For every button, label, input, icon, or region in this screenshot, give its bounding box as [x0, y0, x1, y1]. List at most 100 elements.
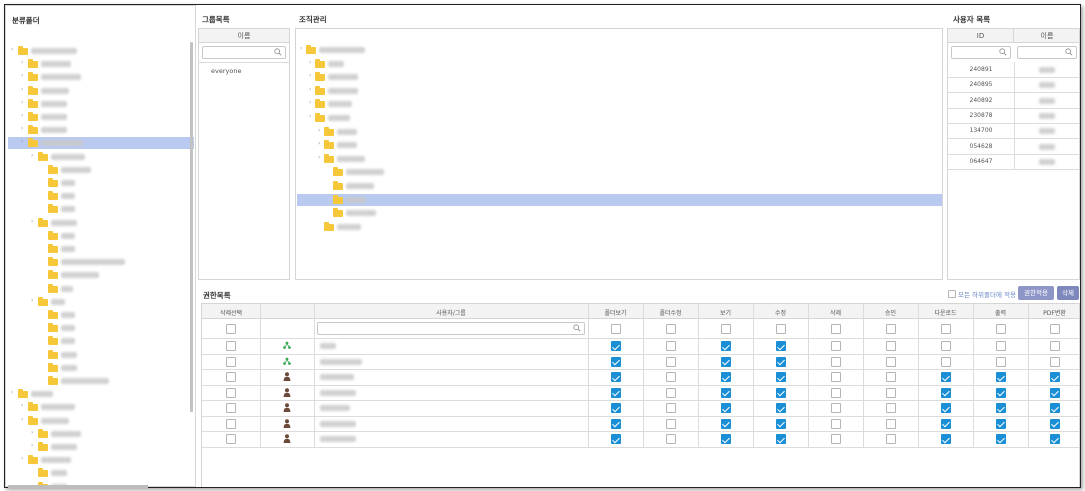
expand-arrow-icon[interactable]: › [21, 113, 25, 119]
expand-arrow-icon[interactable]: › [21, 139, 25, 145]
delete-select-checkbox[interactable] [226, 372, 236, 382]
permission-checkbox[interactable] [720, 356, 731, 367]
category-scrollbar[interactable] [190, 42, 193, 412]
tree-item-label[interactable] [31, 48, 77, 54]
permission-checkbox[interactable] [1049, 341, 1060, 351]
expand-arrow-icon[interactable]: › [309, 86, 313, 93]
tree-item-label[interactable] [346, 183, 374, 189]
permission-checkbox[interactable] [885, 418, 896, 429]
tree-item-label[interactable] [51, 219, 77, 226]
permission-checkbox[interactable] [940, 434, 951, 444]
permission-checkbox[interactable] [720, 434, 731, 444]
permission-checkbox[interactable] [610, 434, 621, 444]
delete-select-checkbox[interactable] [226, 356, 236, 367]
permission-checkbox[interactable] [830, 356, 841, 367]
permission-checkbox[interactable] [1049, 387, 1060, 398]
permission-checkbox[interactable] [940, 387, 951, 398]
tree-item-label[interactable] [61, 378, 109, 384]
expand-arrow-icon[interactable]: › [318, 141, 322, 147]
expand-arrow-icon[interactable]: › [21, 86, 25, 93]
tree-item-label[interactable] [61, 285, 73, 292]
permission-checkbox[interactable] [775, 341, 786, 351]
user-row[interactable]: 054628 [948, 138, 1079, 155]
expand-arrow-icon[interactable]: › [21, 60, 25, 66]
permission-checkbox[interactable] [830, 434, 841, 444]
permission-checkbox[interactable] [665, 434, 676, 444]
permission-checkbox[interactable] [1049, 418, 1060, 429]
user-row[interactable]: 230878 [948, 107, 1079, 124]
column-select-all-checkbox[interactable] [885, 324, 896, 334]
permission-checkbox[interactable] [830, 341, 841, 351]
expand-arrow-icon[interactable]: › [318, 127, 322, 134]
tree-item-label[interactable] [41, 100, 67, 107]
column-select-all-checkbox[interactable] [940, 324, 951, 334]
permission-checkbox[interactable] [1049, 372, 1060, 382]
permission-checkbox[interactable] [885, 387, 896, 398]
permission-checkbox[interactable] [1049, 356, 1060, 367]
tree-item-label[interactable] [51, 444, 77, 450]
permission-checkbox[interactable] [665, 356, 676, 367]
permission-checkbox[interactable] [775, 434, 786, 444]
tree-item-label[interactable] [337, 223, 361, 230]
tree-item-label[interactable] [337, 128, 357, 135]
tree-item-label[interactable] [41, 87, 69, 94]
tree-item-label[interactable] [61, 259, 125, 266]
expand-arrow-icon[interactable]: › [309, 114, 313, 120]
expand-arrow-icon[interactable]: › [21, 73, 25, 79]
tree-item-label[interactable] [328, 60, 344, 67]
expand-arrow-icon[interactable]: › [21, 456, 25, 462]
user-row[interactable]: 240891 [948, 62, 1079, 78]
tree-item-label[interactable] [319, 47, 365, 53]
permission-checkbox[interactable] [610, 403, 621, 413]
expand-arrow-icon[interactable]: › [318, 154, 322, 161]
tree-item-label[interactable] [61, 272, 99, 279]
expand-arrow-icon[interactable]: › [11, 390, 15, 396]
expand-arrow-icon[interactable]: › [21, 99, 25, 106]
expand-arrow-icon[interactable]: › [21, 416, 25, 423]
tree-item-label[interactable] [51, 153, 85, 160]
expand-arrow-icon[interactable]: › [309, 59, 313, 66]
permission-checkbox[interactable] [885, 403, 896, 413]
tree-item-label[interactable] [346, 210, 376, 217]
permission-checkbox[interactable] [720, 403, 731, 413]
select-all-checkbox[interactable] [226, 324, 236, 334]
user-row[interactable]: 064647 [948, 153, 1079, 170]
tree-item-label[interactable] [41, 457, 71, 464]
tree-item-label[interactable] [41, 404, 75, 411]
tree-item-label[interactable] [61, 193, 75, 200]
tree-item-label[interactable] [61, 351, 77, 358]
group-search-input[interactable] [202, 46, 286, 59]
tree-item-label[interactable] [337, 155, 365, 162]
column-select-all-checkbox[interactable] [1049, 324, 1060, 334]
user-row[interactable]: 240895 [948, 77, 1079, 94]
tree-item-label[interactable] [41, 127, 67, 134]
permission-checkbox[interactable] [940, 418, 951, 429]
tree-item-label[interactable] [31, 391, 53, 398]
expand-arrow-icon[interactable]: › [31, 429, 35, 436]
permission-checkbox[interactable] [830, 418, 841, 429]
expand-arrow-icon[interactable]: › [31, 297, 35, 304]
permission-checkbox[interactable] [610, 372, 621, 382]
permission-checkbox[interactable] [940, 356, 951, 367]
permission-checkbox[interactable] [1049, 434, 1060, 444]
column-select-all-checkbox[interactable] [830, 324, 841, 334]
tree-item-label[interactable] [346, 196, 366, 203]
column-select-all-checkbox[interactable] [775, 324, 786, 334]
tree-item-label[interactable] [61, 232, 75, 239]
delete-select-checkbox[interactable] [226, 387, 236, 398]
column-select-all-checkbox[interactable] [720, 324, 731, 334]
tree-item-label[interactable] [41, 417, 69, 424]
category-bottom-scroll[interactable] [8, 485, 148, 488]
apply-subfolders-checkbox[interactable] [948, 290, 956, 298]
permission-checkbox[interactable] [940, 403, 951, 413]
user-group-search-input[interactable] [317, 322, 585, 335]
group-item-everyone[interactable]: everyone [211, 67, 241, 75]
permission-checkbox[interactable] [995, 434, 1006, 444]
permission-checkbox[interactable] [830, 403, 841, 413]
permission-checkbox[interactable] [1049, 403, 1060, 413]
permission-checkbox[interactable] [995, 418, 1006, 429]
column-select-all-checkbox[interactable] [995, 324, 1006, 334]
apply-permission-button[interactable]: 권한적용 [1018, 286, 1054, 300]
permission-checkbox[interactable] [885, 372, 896, 382]
delete-select-checkbox[interactable] [226, 418, 236, 429]
